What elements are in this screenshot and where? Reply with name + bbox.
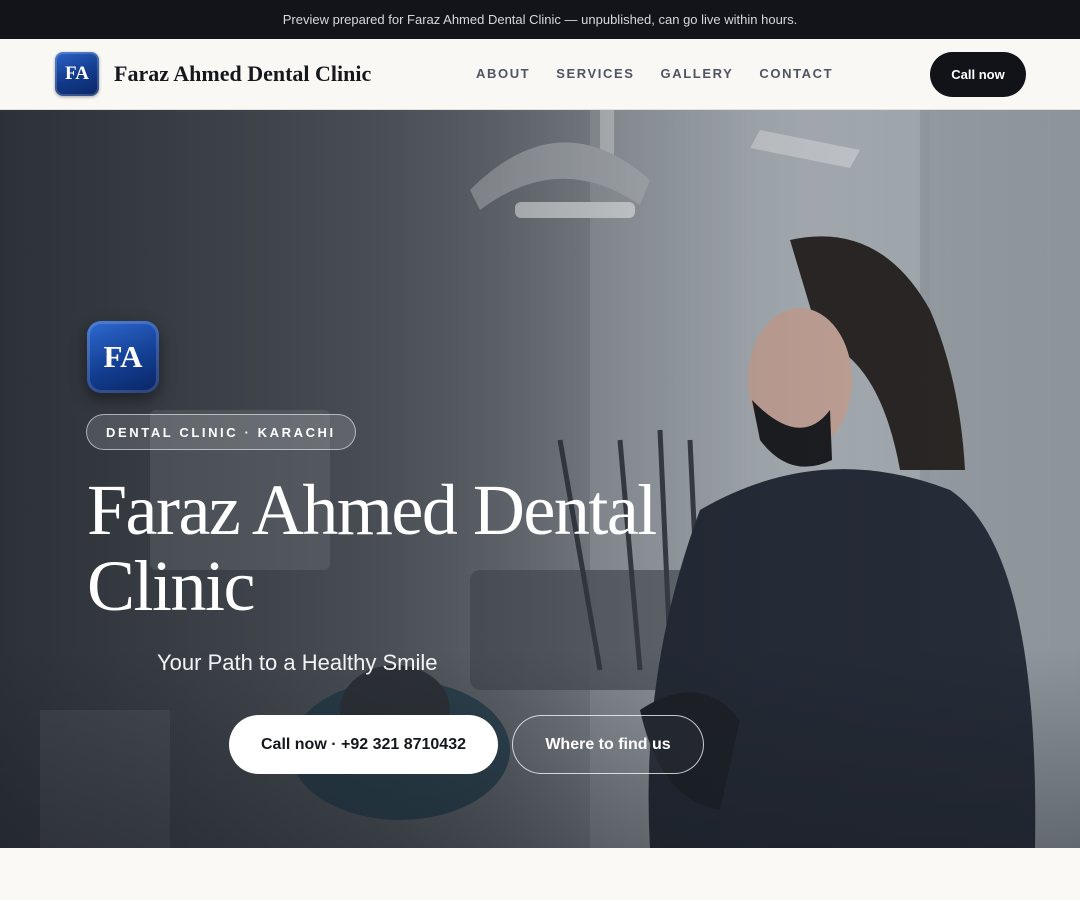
nav-link-contact[interactable]: CONTACT <box>759 66 833 81</box>
page-content-start <box>0 848 1080 900</box>
preview-banner: Preview prepared for Faraz Ahmed Dental … <box>0 0 1080 39</box>
hero-subtitle: Your Path to a Healthy Smile <box>157 650 438 675</box>
nav-link-gallery[interactable]: GALLERY <box>661 66 734 81</box>
nav-link-about[interactable]: ABOUT <box>476 66 530 81</box>
header-call-now-button[interactable]: Call now <box>930 52 1026 97</box>
hero-directions-button[interactable]: Where to find us <box>512 715 704 774</box>
hero-section: FA DENTAL CLINIC · KARACHI Faraz Ahmed D… <box>0 110 1080 848</box>
hero-logo: FA <box>87 321 159 393</box>
nav-link-services[interactable]: SERVICES <box>556 66 634 81</box>
hero-title: Faraz Ahmed Dental Clinic <box>87 470 657 626</box>
hero-location-tag: DENTAL CLINIC · KARACHI <box>86 414 356 450</box>
brand-logo-initials: FA <box>65 63 89 84</box>
preview-banner-text: Preview prepared for Faraz Ahmed Dental … <box>282 12 798 27</box>
brand-name[interactable]: Faraz Ahmed Dental Clinic <box>114 61 371 87</box>
brand-logo[interactable]: FA <box>55 52 99 96</box>
hero-logo-initials: FA <box>103 339 143 374</box>
site-header: FA Faraz Ahmed Dental Clinic ABOUT SERVI… <box>0 39 1080 110</box>
hero-call-button[interactable]: Call now · +92 321 8710432 <box>229 715 498 774</box>
main-nav: ABOUT SERVICES GALLERY CONTACT <box>476 66 833 81</box>
